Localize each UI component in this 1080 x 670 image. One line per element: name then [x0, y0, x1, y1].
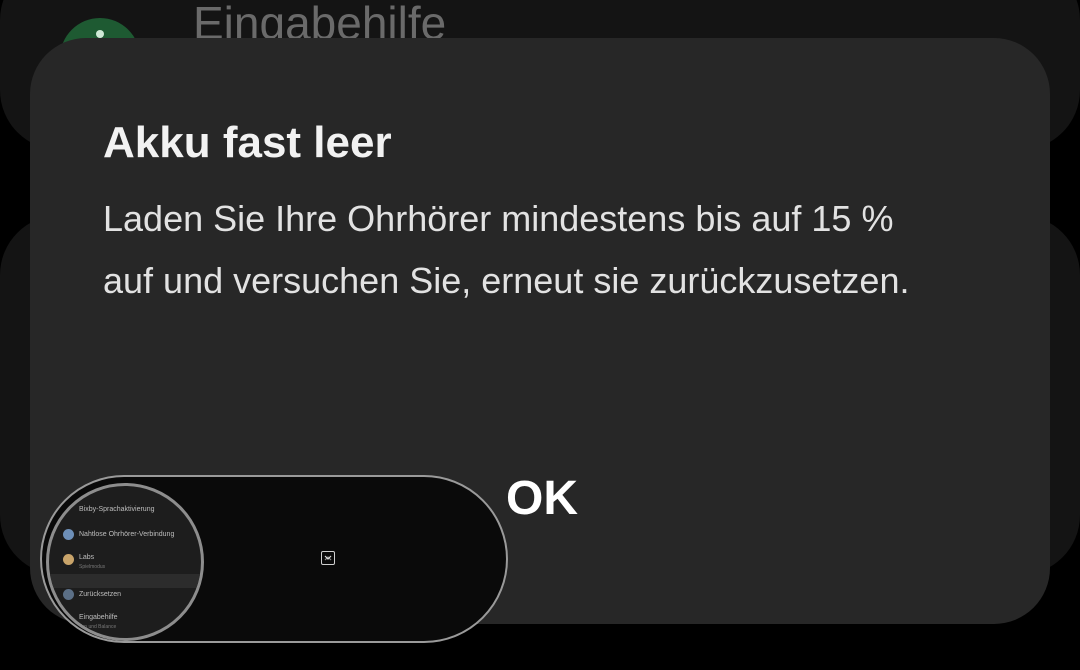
list-item-label: Eingabehilfe: [79, 614, 118, 621]
accessibility-icon-glyph: [96, 30, 104, 38]
expand-icon[interactable]: [321, 551, 335, 565]
list-item-label: Bixby-Sprachaktivierung: [79, 506, 155, 513]
labs-icon: [63, 554, 74, 565]
pip-settings-list: Bixby-Sprachaktivierung Nahtlose Ohrhöre…: [49, 486, 201, 638]
list-item-sublabel: Spielmodus: [79, 564, 106, 570]
list-item-sublabel: Ton und Balance: [79, 624, 117, 630]
list-item-label: Zurücksetzen: [79, 591, 122, 598]
ok-button[interactable]: OK: [500, 463, 584, 533]
pip-thumbnail[interactable]: Bixby-Sprachaktivierung Nahtlose Ohrhöre…: [46, 483, 204, 641]
dialog-title: Akku fast leer: [103, 118, 392, 167]
list-item-label: Nahtlose Ohrhörer-Verbindung: [79, 531, 175, 538]
list-item-label: Labs: [79, 554, 95, 561]
earbuds-icon: [63, 529, 74, 540]
picture-in-picture-window[interactable]: Bixby-Sprachaktivierung Nahtlose Ohrhöre…: [40, 475, 508, 643]
divider: [49, 574, 201, 588]
reset-icon: [63, 589, 74, 600]
expand-icon-glyph: [324, 555, 332, 561]
dialog-message: Laden Sie Ihre Ohrhörer mindestens bis a…: [103, 198, 910, 301]
